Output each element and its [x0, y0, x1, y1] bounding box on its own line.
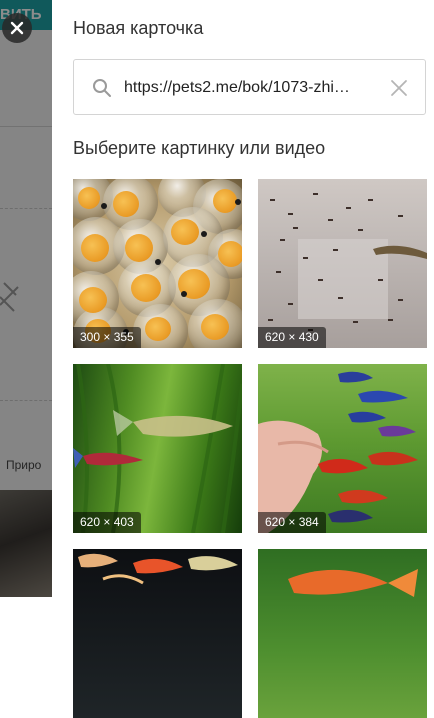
image-size-badge: 620 × 403: [73, 512, 141, 533]
close-icon: [10, 21, 24, 35]
image-size-badge: 620 × 384: [258, 512, 326, 533]
thumbnail-image: [258, 364, 427, 533]
search-icon: [93, 79, 111, 97]
thumbnail-image: [73, 179, 242, 348]
image-tile-guppies-hand[interactable]: 620 × 384: [258, 364, 427, 533]
image-size-badge: 300 × 355: [73, 327, 141, 348]
thumbnail-image: [258, 549, 427, 718]
image-size-badge: 620 × 430: [258, 327, 326, 348]
close-button[interactable]: [2, 13, 32, 43]
url-input[interactable]: https://pets2.me/bok/1073-zhi…: [124, 74, 374, 102]
url-search-box[interactable]: https://pets2.me/bok/1073-zhi…: [73, 59, 426, 115]
image-tile-fry[interactable]: 620 × 430: [258, 179, 427, 348]
thumbnail-image: [73, 549, 242, 718]
image-tile-orange-fish[interactable]: [258, 549, 427, 718]
thumbnail-image: [258, 179, 427, 348]
image-tile-guppies-dark[interactable]: [73, 549, 242, 718]
panel-title: Новая карточка: [73, 18, 204, 38]
image-grid: 300 × 355 620 × 430 620 × 403 620 × 384: [73, 179, 427, 718]
image-tile-guppy-plants[interactable]: 620 × 403: [73, 364, 242, 533]
image-tile-eggs[interactable]: 300 × 355: [73, 179, 242, 348]
thumbnail-image: [73, 364, 242, 533]
section-heading: Выберите картинку или видео: [73, 138, 326, 158]
clear-icon[interactable]: [390, 79, 408, 97]
